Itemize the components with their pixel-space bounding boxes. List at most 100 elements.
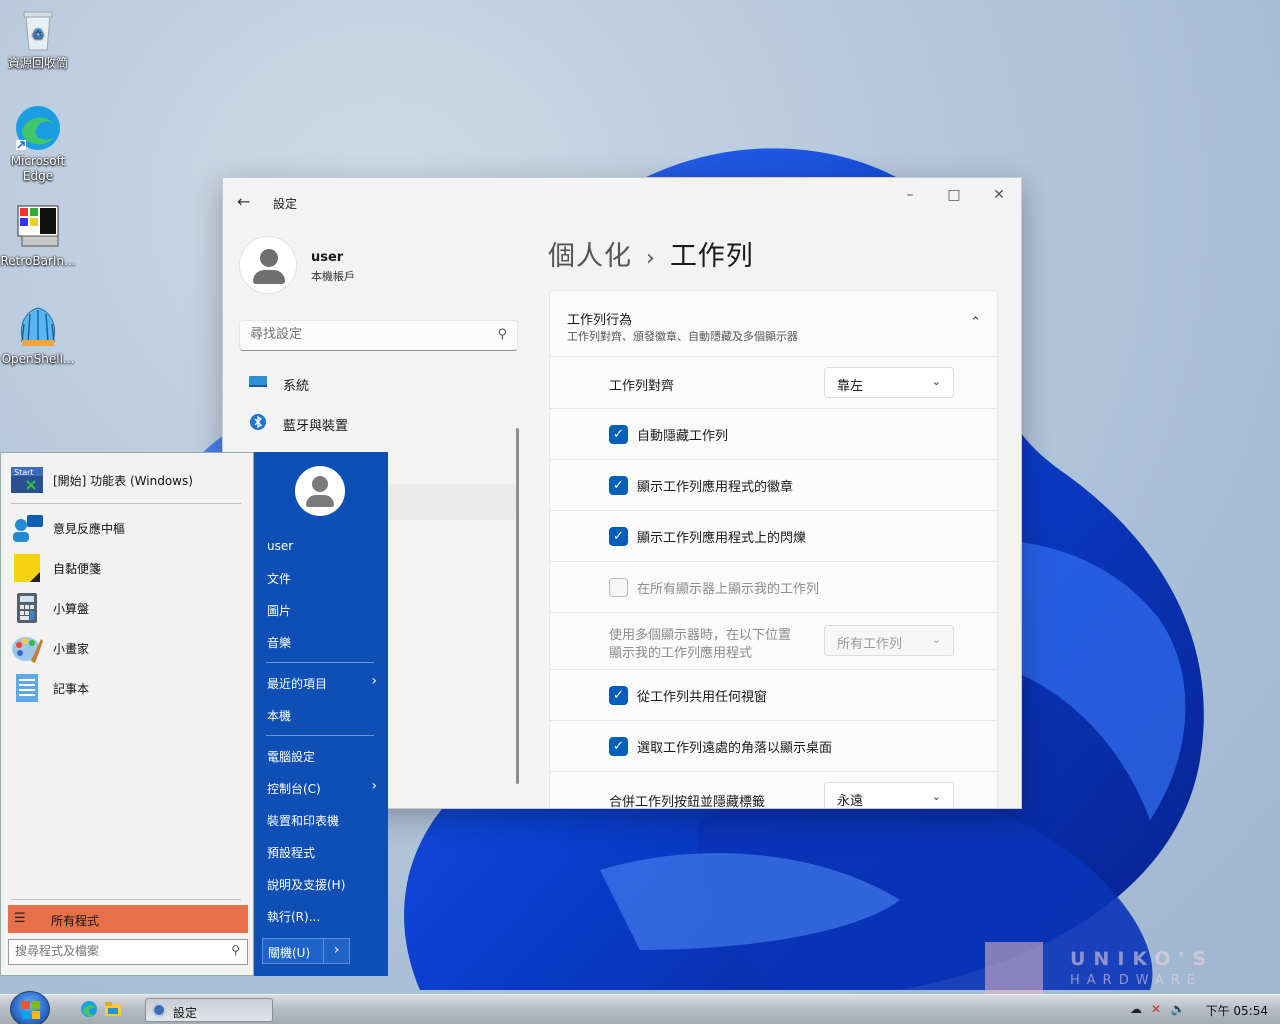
start-button[interactable] [10,991,50,1024]
desktop-icon-recycle-bin[interactable]: ♻ 資源回收筒 [0,6,76,71]
volume-icon[interactable]: 🔈 [1170,1001,1186,1017]
row-badges: ✓ 顯示工作列應用程式的徽章 [549,460,998,511]
search-icon: ⚲ [231,943,240,957]
divider [266,662,374,663]
all-programs-button[interactable]: ☰ 所有程式 [8,905,248,933]
start-link-music[interactable]: 音樂 [267,634,377,651]
start-menu-pinned-item[interactable]: Start [開始] 功能表 (Windows) [11,463,241,497]
search-input[interactable] [250,327,480,342]
watermark-logo [985,942,1043,994]
badges-checkbox[interactable]: ✓ [609,476,628,495]
page-title: 工作列 [669,241,754,272]
start-search-box[interactable]: ⚲ [8,939,248,965]
program-calculator[interactable]: 小算盤 [11,591,241,625]
edge-icon [14,104,62,152]
start-link-user[interactable]: user [267,539,377,553]
minimize-button[interactable]: – [895,184,925,208]
list-icon: ☰ [14,911,26,926]
breadcrumb-separator: › [646,246,656,271]
auto-hide-checkbox[interactable]: ✓ [609,425,628,444]
section-subtitle: 工作列對齊、頒發徽章、自動隱藏及多個顯示器 [567,330,798,343]
desktop-icon-label: 資源回收筒 [7,56,68,70]
row-show-desktop-corner: ✓ 選取工作列遠處的角落以顯示桌面 [549,721,998,772]
start-link-run[interactable]: 執行(R)... [267,908,377,925]
shutdown-label: 關機(U) [268,946,311,960]
start-link-documents[interactable]: 文件 [267,570,377,587]
start-link-default-programs[interactable]: 預設程式 [267,844,377,861]
sidebar-item-system[interactable]: 系統 [239,365,518,401]
program-notepad[interactable]: 記事本 [11,671,241,705]
checkbox-label: 顯示工作列應用程式的徽章 [637,480,794,495]
file-explorer-icon[interactable] [104,1000,122,1018]
avatar[interactable] [239,236,297,294]
program-paint[interactable]: 小畫家 [11,631,241,665]
checkbox-label: 選取工作列遠處的角落以顯示桌面 [637,741,833,756]
maximize-button[interactable]: □ [939,184,969,208]
row-auto-hide: ✓ 自動隱藏工作列 [549,409,998,460]
share-window-checkbox[interactable]: ✓ [609,686,628,705]
recycle-bin-icon: ♻ [14,6,62,54]
desktop-icon-openshell[interactable]: OpenShell... [0,302,76,367]
edge-icon[interactable] [80,1000,98,1018]
sidebar-item-bluetooth[interactable]: 藍牙與裝置 [239,405,518,441]
start-link-this-pc[interactable]: 本機 [267,707,377,724]
desktop-icon-retrobar[interactable]: RetroBarIn... [0,204,76,269]
row-combine-buttons: 合併工作列按鈕並隱藏標籤 永遠 ⌄ [549,772,998,809]
start-menu: Start [開始] 功能表 (Windows) 意見反應中樞 自黏便箋 小算盤… [0,452,388,976]
combine-buttons-dropdown[interactable]: 永遠 ⌄ [824,782,954,808]
profile-account-type: 本機帳戶 [311,270,355,283]
close-button[interactable]: ✕ [984,184,1014,208]
taskbar-item-settings[interactable]: 設定 [145,998,273,1022]
window-title: 設定 [273,197,298,211]
start-link-label: 控制台(C) [267,782,321,796]
start-link-recent[interactable]: 最近的項目 › [267,673,377,692]
notepad-icon [16,674,38,702]
multi-display-dropdown[interactable]: 所有工作列 ⌄ [824,625,954,656]
desktop-icon-edge[interactable]: Microsoft Edge [0,104,76,184]
breadcrumb-parent[interactable]: 個人化 [548,241,632,272]
clock[interactable]: 下午 05:54 [1206,1002,1268,1019]
settings-search[interactable]: ⚲ [239,320,518,351]
sticky-notes-icon [14,554,40,582]
taskbar-item-label: 設定 [173,1006,198,1020]
bluetooth-icon [250,414,266,430]
checkbox-label: 從工作列共用任何視窗 [637,690,768,705]
watermark-line2: HARDWARE [1070,973,1202,988]
start-menu-programs: Start [開始] 功能表 (Windows) 意見反應中樞 自黏便箋 小算盤… [0,452,254,976]
chevron-right-icon[interactable]: › [323,939,349,963]
program-feedback-hub[interactable]: 意見反應中樞 [11,511,241,545]
chevron-up-icon[interactable]: ⌃ [970,315,981,330]
flashing-checkbox[interactable]: ✓ [609,527,628,546]
start-link-control-panel[interactable]: 控制台(C) › [267,778,377,797]
program-sticky-notes[interactable]: 自黏便箋 [11,551,241,585]
start-link-pictures[interactable]: 圖片 [267,602,377,619]
row-multi-display-apps: 使用多個顯示器時，在以下位置 顯示我的工作列應用程式 所有工作列 ⌄ [549,613,998,670]
monitor-icon [249,376,267,387]
taskbar-behavior-header[interactable]: 工作列行為 工作列對齊、頒發徽章、自動隱藏及多個顯示器 ⌃ [549,290,998,357]
start-menu-places: user 文件 圖片 音樂 最近的項目 › 本機 電腦設定 控制台(C) › 裝… [254,452,388,976]
taskbar-alignment-dropdown[interactable]: 靠左 ⌄ [824,367,954,398]
sidebar-scrollbar[interactable] [516,428,519,784]
desktop-icon-label: OpenShell... [1,352,75,366]
section-title: 工作列行為 [567,313,633,328]
row-label: 合併工作列按鈕並隱藏標籤 [609,795,766,809]
start-menu-app-icon: Start [11,467,43,493]
dropdown-value: 靠左 [837,379,864,394]
sidebar-item-label: 系統 [283,379,310,394]
start-search-input[interactable] [15,944,215,958]
show-desktop-checkbox[interactable]: ✓ [609,737,628,756]
start-link-devices-printers[interactable]: 裝置和印表機 [267,812,377,829]
all-displays-checkbox[interactable] [609,578,628,597]
back-arrow-icon[interactable]: ← [237,192,257,211]
shutdown-button[interactable]: 關機(U) › [262,938,350,964]
avatar[interactable] [295,466,345,516]
start-menu-app-icon-text: Start [14,468,34,477]
start-link-pc-settings[interactable]: 電腦設定 [267,748,377,765]
settings-gear-icon [152,1003,166,1017]
network-icon[interactable]: ☁ [1128,1001,1144,1017]
program-label: [開始] 功能表 (Windows) [53,474,193,488]
checkbox-label: 顯示工作列應用程式上的閃爍 [637,531,807,546]
start-link-help[interactable]: 說明及支援(H) [267,876,377,893]
divider [266,735,374,736]
security-icon[interactable]: ✕ [1148,1001,1164,1017]
